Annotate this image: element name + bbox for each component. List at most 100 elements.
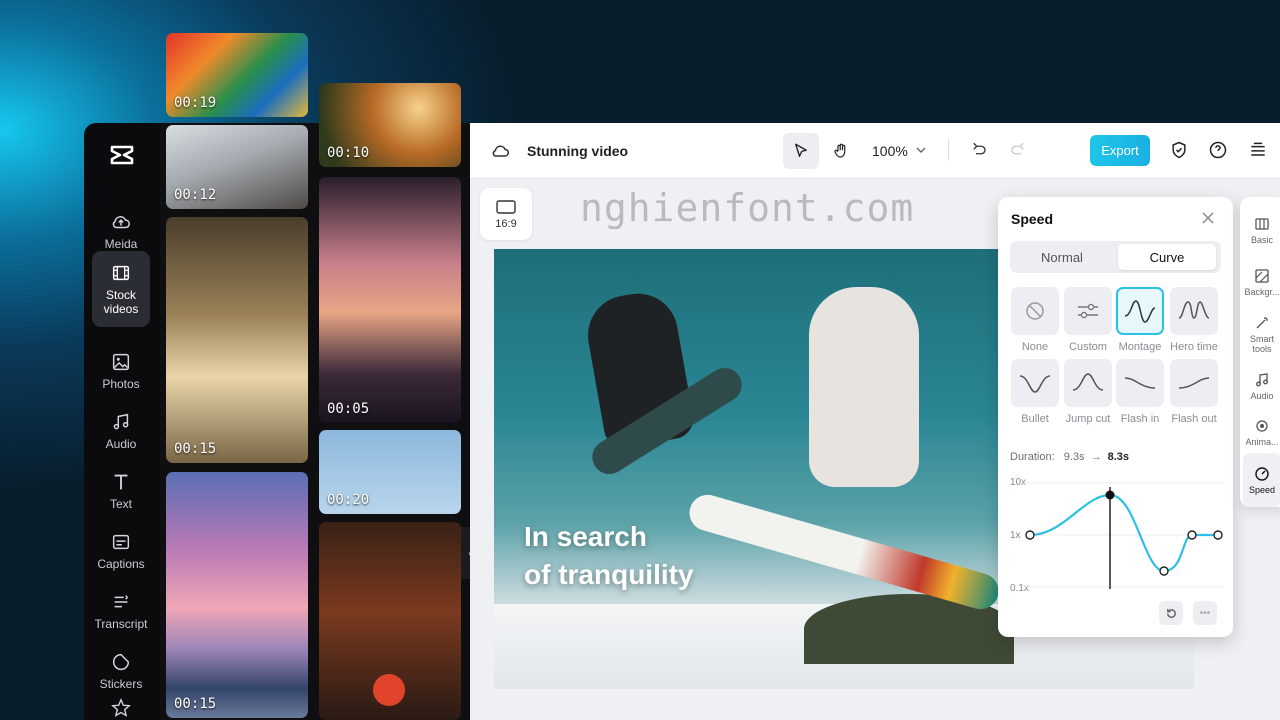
speed-curve-graph[interactable] — [1024, 475, 1224, 593]
chevron-down-icon[interactable] — [916, 146, 926, 154]
bullet-curve-icon — [1019, 375, 1051, 393]
media-thumbnail[interactable]: 00:19 — [166, 33, 308, 117]
capcut-logo-icon — [110, 145, 134, 165]
duration-label: 00:05 — [327, 401, 370, 417]
tool-background[interactable]: Backgr... — [1240, 255, 1280, 309]
duration-from: 9.3s — [1063, 451, 1085, 463]
speed-panel: Speed Normal Curve None Custom Montage H… — [998, 197, 1233, 637]
editor-workspace: Stunning video 100% Export 16:9 nghienfo… — [470, 123, 1280, 720]
cloud-save-icon[interactable] — [490, 142, 510, 160]
preset-label: Montage — [1118, 341, 1162, 353]
sticker-icon — [112, 653, 130, 671]
layers-menu-icon[interactable] — [1248, 140, 1268, 160]
preset-label: Custom — [1069, 341, 1107, 353]
nav-label: Stickers — [99, 677, 143, 691]
media-thumbnail[interactable]: 00:15 — [166, 472, 308, 718]
tool-animation[interactable]: Anima... — [1240, 405, 1280, 459]
speedometer-icon — [1255, 466, 1269, 481]
preset-label: Flash in — [1120, 413, 1160, 425]
tool-label: Smart tools — [1249, 333, 1274, 354]
duration-label: 00:15 — [174, 696, 217, 712]
media-thumbnail[interactable]: 00:10 — [319, 83, 461, 167]
media-thumbnail[interactable] — [319, 522, 461, 720]
left-nav-rail: Meida Stock videos Photos Audio Text Cap… — [84, 123, 160, 720]
nav-label: Meida — [104, 237, 138, 251]
rider-right — [809, 287, 919, 487]
reset-icon — [1166, 608, 1176, 618]
media-thumbnail[interactable]: 00:05 — [319, 177, 461, 423]
snowboard-right — [685, 490, 1003, 614]
hand-tool-button[interactable] — [823, 133, 859, 169]
help-icon[interactable] — [1208, 140, 1228, 160]
film-icon — [112, 265, 130, 281]
tab-normal[interactable]: Normal — [1013, 244, 1111, 270]
duration-label: 00:12 — [174, 187, 217, 203]
tool-label: Basic — [1250, 234, 1273, 245]
tool-basic[interactable]: Basic — [1240, 203, 1280, 257]
tool-smart-tools[interactable]: Smart tools — [1240, 307, 1280, 361]
nav-label: Audio — [105, 437, 137, 451]
preset-label: Hero time — [1170, 341, 1218, 353]
overlay-title-line-1[interactable]: In search — [524, 521, 647, 553]
nav-item-stock-videos[interactable]: Stock videos — [92, 251, 150, 327]
more-options-button[interactable]: ••• — [1193, 601, 1217, 625]
basic-icon — [1255, 217, 1269, 230]
image-icon — [112, 353, 130, 371]
media-thumbnail[interactable]: 00:15 — [166, 217, 308, 463]
overlay-title-line-2[interactable]: of tranquility — [524, 559, 694, 591]
cursor-icon — [795, 143, 807, 157]
nav-label: Transcript — [94, 617, 148, 631]
tool-label: Speed — [1248, 484, 1276, 495]
transcript-icon — [114, 595, 129, 608]
preset-flash-in[interactable]: Flash in — [1116, 359, 1164, 425]
reset-curve-button[interactable] — [1159, 601, 1183, 625]
speed-panel-title: Speed — [1011, 211, 1054, 227]
sliders-icon — [1078, 303, 1098, 319]
captions-icon — [112, 534, 130, 550]
ratio-label: 16:9 — [495, 217, 517, 230]
speed-mode-toggle: Normal Curve — [1010, 241, 1221, 273]
preset-label: Bullet — [1021, 413, 1049, 425]
preset-label: None — [1021, 341, 1049, 353]
select-tool-button[interactable] — [783, 133, 819, 169]
tool-label: Anima... — [1245, 436, 1279, 447]
top-toolbar: Stunning video 100% Export — [470, 123, 1280, 179]
curve-point — [1187, 530, 1197, 540]
music-icon — [1256, 372, 1268, 386]
animation-icon — [1256, 419, 1268, 432]
preset-jump-cut[interactable]: Jump cut — [1064, 359, 1112, 425]
nav-label: Stock videos — [103, 288, 139, 316]
right-tools-rail: Basic Backgr... Smart tools Audio Anima.… — [1240, 197, 1280, 507]
curve-point — [1159, 566, 1169, 576]
preset-custom[interactable]: Custom — [1064, 287, 1112, 353]
duration-readout: Duration: 9.3s → 8.3s — [1010, 451, 1130, 463]
duration-label: 00:10 — [327, 145, 370, 161]
media-thumbnail[interactable]: 00:12 — [166, 125, 308, 209]
tool-speed[interactable]: Speed — [1243, 453, 1280, 507]
preset-none[interactable]: None — [1011, 287, 1059, 353]
curve-point-active — [1105, 490, 1115, 500]
undo-icon[interactable] — [970, 141, 988, 159]
preset-bullet[interactable]: Bullet — [1011, 359, 1059, 425]
duration-label: 00:19 — [174, 95, 217, 111]
jump-cut-curve-icon — [1072, 373, 1104, 391]
hero-time-curve-icon — [1178, 301, 1210, 319]
preset-hero-time[interactable]: Hero time — [1170, 287, 1218, 353]
shield-icon[interactable] — [1169, 140, 1189, 160]
tab-curve[interactable]: Curve — [1118, 244, 1216, 270]
media-thumbnail[interactable]: 00:20 — [319, 430, 461, 514]
ratio-icon — [496, 199, 516, 214]
effects-star-icon[interactable] — [110, 697, 132, 719]
zoom-level[interactable]: 100% — [872, 143, 908, 159]
export-button[interactable]: Export — [1090, 135, 1150, 166]
close-icon[interactable] — [1201, 211, 1215, 225]
aspect-ratio-button[interactable]: 16:9 — [480, 188, 532, 240]
music-icon — [113, 413, 129, 430]
preset-montage[interactable]: Montage — [1116, 287, 1164, 353]
project-title[interactable]: Stunning video — [527, 143, 628, 159]
redo-icon[interactable] — [1009, 141, 1027, 159]
preset-flash-out[interactable]: Flash out — [1170, 359, 1218, 425]
duration-label: 00:15 — [174, 441, 217, 457]
tool-label: Audio — [1250, 390, 1274, 401]
tool-label: Backgr... — [1244, 286, 1280, 297]
